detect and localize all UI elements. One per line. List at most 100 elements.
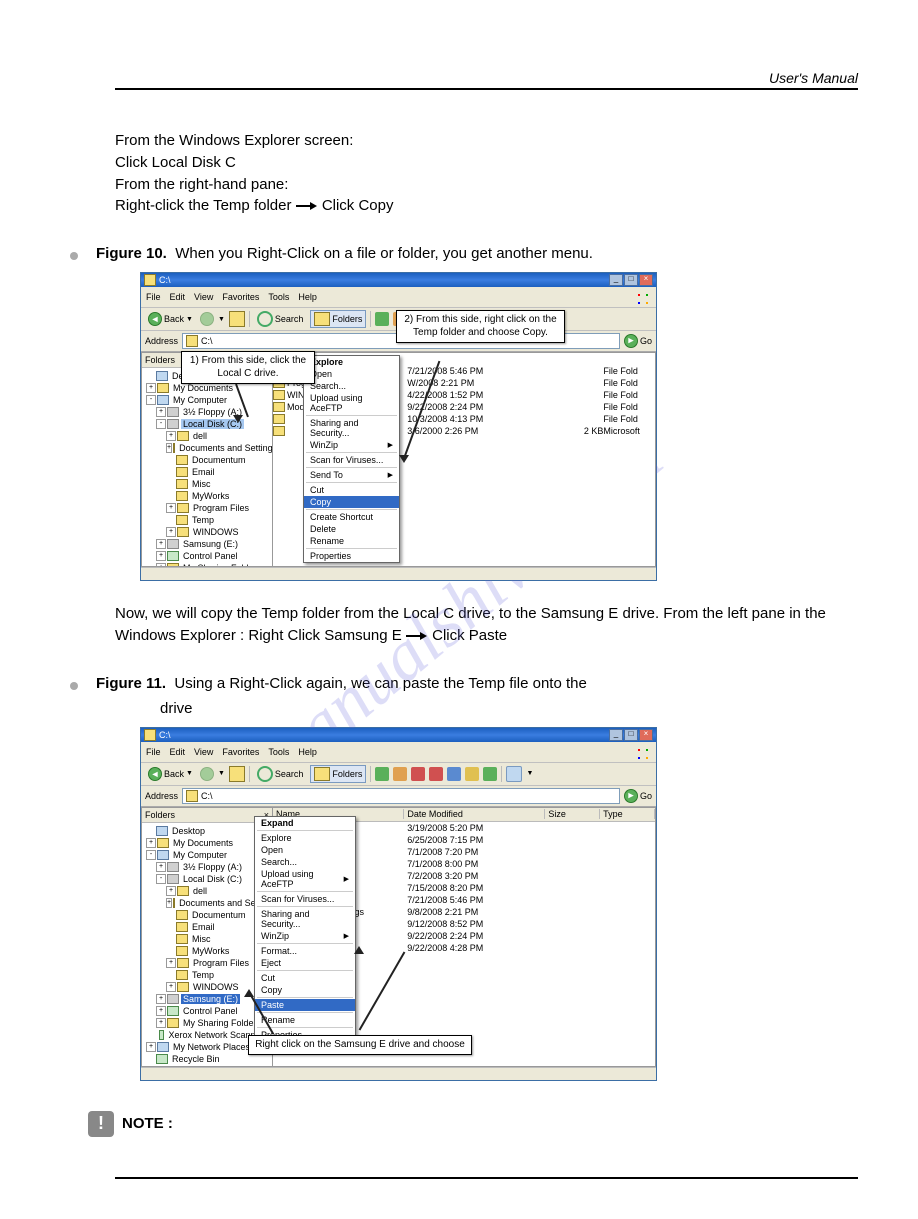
context-menu-item[interactable]: Rename xyxy=(304,535,399,547)
tree-item[interactable]: Temp xyxy=(144,514,270,526)
tree-item[interactable]: +Control Panel xyxy=(144,1005,270,1017)
tree-item[interactable]: -My Computer xyxy=(144,394,270,406)
context-menu-item[interactable]: Format... xyxy=(255,945,355,957)
context-menu-item[interactable]: Properties xyxy=(304,550,399,562)
tree-item[interactable]: -Local Disk (C:) xyxy=(144,418,270,430)
context-menu-item[interactable]: Search... xyxy=(255,856,355,868)
context-menu-item[interactable]: Upload using AceFTP xyxy=(304,392,399,414)
back-button[interactable]: ◄Back▼ xyxy=(145,311,196,327)
folders-button[interactable]: Folders xyxy=(310,310,366,328)
toolbar-button[interactable] xyxy=(429,767,443,781)
context-menu-item[interactable]: Copy xyxy=(255,984,355,996)
toolbar-button[interactable] xyxy=(447,767,461,781)
tree-item[interactable]: +My Documents xyxy=(144,837,270,849)
context-menu-item[interactable]: Upload using AceFTP▶ xyxy=(255,868,355,890)
tree-item[interactable]: Documentum xyxy=(144,909,270,921)
tree-item[interactable]: +Samsung (E:) xyxy=(144,538,270,550)
tree-item[interactable]: +Program Files xyxy=(144,957,270,969)
context-menu-item[interactable]: Send To▶ xyxy=(304,469,399,481)
minimize-button[interactable]: _ xyxy=(609,274,623,286)
tree-item[interactable]: +Documents and Settings xyxy=(144,442,270,454)
context-menu-item[interactable]: Search... xyxy=(304,380,399,392)
minimize-button[interactable]: _ xyxy=(609,729,623,741)
menu-item[interactable]: View xyxy=(194,747,213,757)
context-menu-item[interactable]: Explore xyxy=(304,356,399,368)
menu-item[interactable]: Edit xyxy=(170,292,186,302)
tree-item[interactable]: MyWorks xyxy=(144,945,270,957)
tree-item[interactable]: Temp xyxy=(144,969,270,981)
context-menu-item[interactable]: Sharing and Security... xyxy=(304,417,399,439)
context-menu-item[interactable]: Scan for Viruses... xyxy=(255,893,355,905)
tree-item[interactable]: +3½ Floppy (A:) xyxy=(144,861,270,873)
tree-item[interactable]: +Control Panel xyxy=(144,550,270,562)
tree-item[interactable]: +dell xyxy=(144,885,270,897)
window-titlebar[interactable]: C:\ _ □ × xyxy=(141,728,656,742)
menu-item[interactable]: Help xyxy=(298,747,317,757)
tree-item[interactable]: Email xyxy=(144,921,270,933)
go-button[interactable]: ◄Go xyxy=(624,334,652,348)
tree-item[interactable]: Documentum xyxy=(144,454,270,466)
context-menu-item[interactable]: Delete xyxy=(304,523,399,535)
context-menu-item[interactable]: Create Shortcut xyxy=(304,511,399,523)
tree-item[interactable]: +My Sharing Folders xyxy=(144,1017,270,1029)
context-menu-item[interactable]: Rename xyxy=(255,1014,355,1026)
toolbar-button[interactable] xyxy=(375,767,389,781)
context-menu-item[interactable]: Open xyxy=(304,368,399,380)
tree-item[interactable]: +dell xyxy=(144,430,270,442)
context-menu-item[interactable]: Open xyxy=(255,844,355,856)
search-button[interactable]: Search xyxy=(254,310,307,328)
menu-item[interactable]: Help xyxy=(298,292,317,302)
tree-item[interactable]: +Documents and Settings xyxy=(144,897,270,909)
menu-item[interactable]: View xyxy=(194,292,213,302)
tree-item[interactable]: +My Sharing Folders xyxy=(144,562,270,566)
close-button[interactable]: × xyxy=(639,274,653,286)
maximize-button[interactable]: □ xyxy=(624,729,638,741)
toolbar-button[interactable] xyxy=(375,312,389,326)
folders-button[interactable]: Folders xyxy=(310,765,366,783)
context-menu-item[interactable]: Sharing and Security... xyxy=(255,908,355,930)
tree-item[interactable]: +Program Files xyxy=(144,502,270,514)
search-button[interactable]: Search xyxy=(254,765,307,783)
tree-item[interactable]: Misc xyxy=(144,933,270,945)
forward-button[interactable] xyxy=(200,312,214,326)
context-menu-item[interactable]: Cut xyxy=(304,484,399,496)
maximize-button[interactable]: □ xyxy=(624,274,638,286)
tree-item[interactable]: Desktop xyxy=(144,825,270,837)
toolbar-button[interactable] xyxy=(465,767,479,781)
context-menu-item[interactable]: Expand xyxy=(255,817,355,829)
menu-item[interactable]: Favorites xyxy=(222,292,259,302)
menu-item[interactable]: Tools xyxy=(268,292,289,302)
up-button[interactable] xyxy=(229,766,245,782)
window-titlebar[interactable]: C:\ _ □ × xyxy=(141,273,656,287)
tree-item[interactable]: MyWorks xyxy=(144,490,270,502)
menu-item[interactable]: File xyxy=(146,747,161,757)
tree-item[interactable]: Misc xyxy=(144,478,270,490)
menu-item[interactable]: Tools xyxy=(268,747,289,757)
up-button[interactable] xyxy=(229,311,245,327)
menu-item[interactable]: Edit xyxy=(170,747,186,757)
tree-item[interactable]: -Local Disk (C:) xyxy=(144,873,270,885)
context-menu-item[interactable]: WinZip▶ xyxy=(255,930,355,942)
menu-item[interactable]: File xyxy=(146,292,161,302)
tree-item[interactable]: +WINDOWS xyxy=(144,526,270,538)
context-menu-item[interactable]: Copy xyxy=(304,496,399,508)
tree-item[interactable]: -My Computer xyxy=(144,849,270,861)
context-menu-item[interactable]: Paste xyxy=(255,999,355,1011)
context-menu-item[interactable]: Cut xyxy=(255,972,355,984)
toolbar-button[interactable] xyxy=(411,767,425,781)
menu-item[interactable]: Favorites xyxy=(222,747,259,757)
address-input[interactable]: C:\ xyxy=(182,788,620,804)
tree-item[interactable]: +3½ Floppy (A:) xyxy=(144,406,270,418)
views-button[interactable] xyxy=(506,766,522,782)
close-button[interactable]: × xyxy=(639,729,653,741)
tree-item[interactable]: Email xyxy=(144,466,270,478)
context-menu-item[interactable]: Scan for Viruses... xyxy=(304,454,399,466)
toolbar-button[interactable] xyxy=(483,767,497,781)
context-menu-item[interactable]: Explore xyxy=(255,832,355,844)
go-button[interactable]: ◄Go xyxy=(624,789,652,803)
context-menu-item[interactable]: Eject xyxy=(255,957,355,969)
back-button[interactable]: ◄Back▼ xyxy=(145,766,196,782)
context-menu-item[interactable]: WinZip▶ xyxy=(304,439,399,451)
forward-button[interactable] xyxy=(200,767,214,781)
toolbar-button[interactable] xyxy=(393,767,407,781)
